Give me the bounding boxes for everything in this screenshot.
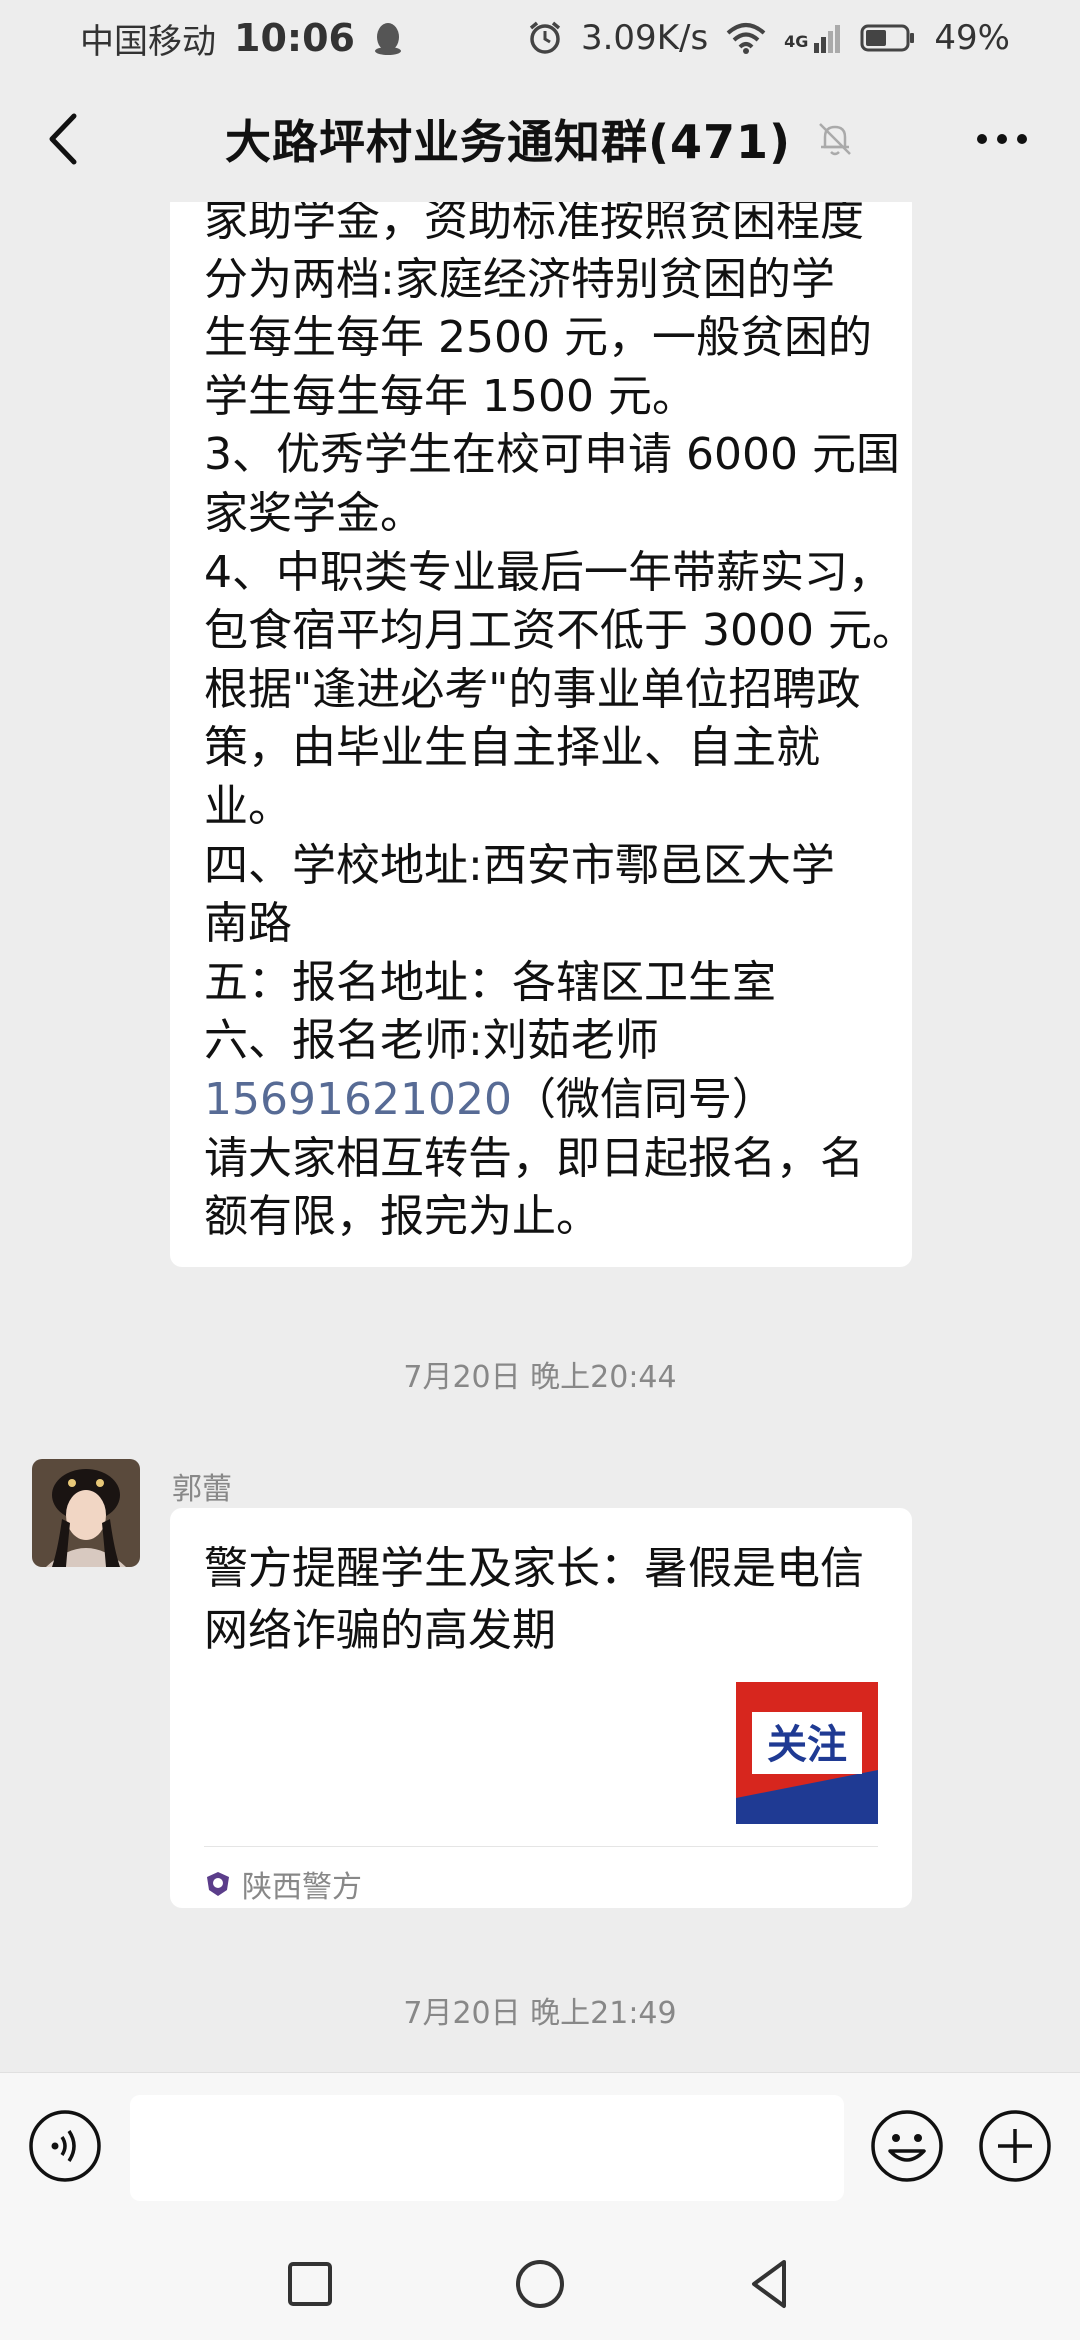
article-title: 警方提醒学生及家长：暑假是电信网络诈骗的高发期 <box>204 1543 864 1656</box>
phone-line: 15691621020（微信同号） <box>204 1071 882 1130</box>
message-timestamp: 7月20日 晚上21:49 <box>403 1996 677 2031</box>
battery-percent: 49% <box>934 18 1010 58</box>
avatar[interactable] <box>32 1459 140 1567</box>
plus-icon[interactable] <box>978 2109 1052 2183</box>
follow-badge-text: 关注 <box>767 1722 847 1768</box>
notice-message-bubble[interactable]: 家助学金，资助标准按照贫困程度 分为两档:家庭经济特别贫困的学 生每生每年 25… <box>170 202 916 1267</box>
message-line: 根据"逢进必考"的事业单位招聘政 <box>204 663 861 715</box>
message-line: 包食宿平均月工资不低于 3000 元。 <box>204 605 916 657</box>
more-options-icon[interactable] <box>972 116 1032 162</box>
status-right: 3.09K/s 4G 49% <box>527 18 1010 58</box>
back-arrow-icon[interactable] <box>38 106 98 172</box>
wifi-icon <box>726 23 766 54</box>
phone-suffix: （微信同号） <box>511 1073 776 1125</box>
message-input[interactable] <box>130 2095 844 2201</box>
system-navigation-bar <box>0 2228 1080 2340</box>
voice-input-icon[interactable] <box>28 2109 102 2183</box>
message-line: 六、报名老师:刘茹老师 <box>204 1015 659 1067</box>
message-line: 3、优秀学生在校可申请 6000 元国 <box>204 429 900 481</box>
net-speed: 3.09K/s <box>580 18 709 58</box>
article-source[interactable]: 陕西警方 <box>204 1862 362 1906</box>
network-type: 4G <box>784 32 809 51</box>
chat-title: 大路坪村业务通知群(471) <box>224 115 792 169</box>
qq-penguin-icon <box>374 23 401 55</box>
input-bar <box>0 2072 1080 2228</box>
battery-icon <box>860 24 915 52</box>
alarm-icon <box>529 21 561 54</box>
article-card[interactable]: 警方提醒学生及家长：暑假是电信网络诈骗的高发期 关注 陕西警方 <box>170 1508 912 1908</box>
carrier-name: 中国移动 <box>80 21 216 62</box>
message-line: 五：报名地址：各辖区卫生室 <box>204 956 776 1008</box>
home-icon[interactable] <box>510 2254 570 2314</box>
signal-icon <box>814 25 841 53</box>
card-divider <box>204 1846 878 1847</box>
message-line: 南路 <box>204 898 292 950</box>
message-line: 4、中职类专业最后一年带薪实习， <box>204 546 892 598</box>
message-line: 额有限，报完为止。 <box>204 1191 600 1243</box>
avatar-image <box>32 1459 140 1567</box>
message-line: 请大家相互转告，即日起报名，名 <box>204 1132 864 1184</box>
emoji-icon[interactable] <box>870 2109 944 2183</box>
back-triangle-icon[interactable] <box>740 2254 800 2314</box>
muted-bell-icon <box>819 123 851 156</box>
status-bar: 中国移动 10:06 3.09K/s 4G 49% <box>0 0 1080 76</box>
message-line: 家助学金，资助标准按照贫困程度 <box>204 202 864 246</box>
message-line: 四、学校地址:西安市鄠邑区大学 <box>204 839 835 891</box>
message-line: 生每生每年 2500 元，一般贫困的 <box>204 312 872 364</box>
phone-number-link[interactable]: 15691621020 <box>204 1074 512 1125</box>
message-line: 策，由毕业生自主择业、自主就 <box>204 722 820 774</box>
message-timestamp: 7月20日 晚上20:44 <box>403 1360 677 1395</box>
sender-name: 郭蕾 <box>172 1472 232 1507</box>
status-left: 中国移动 10:06 <box>80 14 403 63</box>
message-line: 分为两档:家庭经济特别贫困的学 <box>204 253 835 305</box>
status-time: 10:06 <box>234 16 355 60</box>
message-line: 家奖学金。 <box>204 487 424 539</box>
message-line: 学生每生每年 1500 元。 <box>204 370 696 422</box>
chat-messages[interactable]: 家助学金，资助标准按照贫困程度 分为两档:家庭经济特别贫困的学 生每生每年 25… <box>0 202 1080 2072</box>
message-line: 业。 <box>204 780 292 832</box>
police-badge-icon <box>207 1872 229 1896</box>
nav-bar: 大路坪村业务通知群(471) <box>0 76 1080 202</box>
source-name: 陕西警方 <box>242 1870 362 1905</box>
recent-apps-icon[interactable] <box>280 2254 340 2314</box>
article-thumbnail: 关注 <box>736 1682 878 1824</box>
follow-badge-icon: 关注 <box>736 1682 878 1824</box>
